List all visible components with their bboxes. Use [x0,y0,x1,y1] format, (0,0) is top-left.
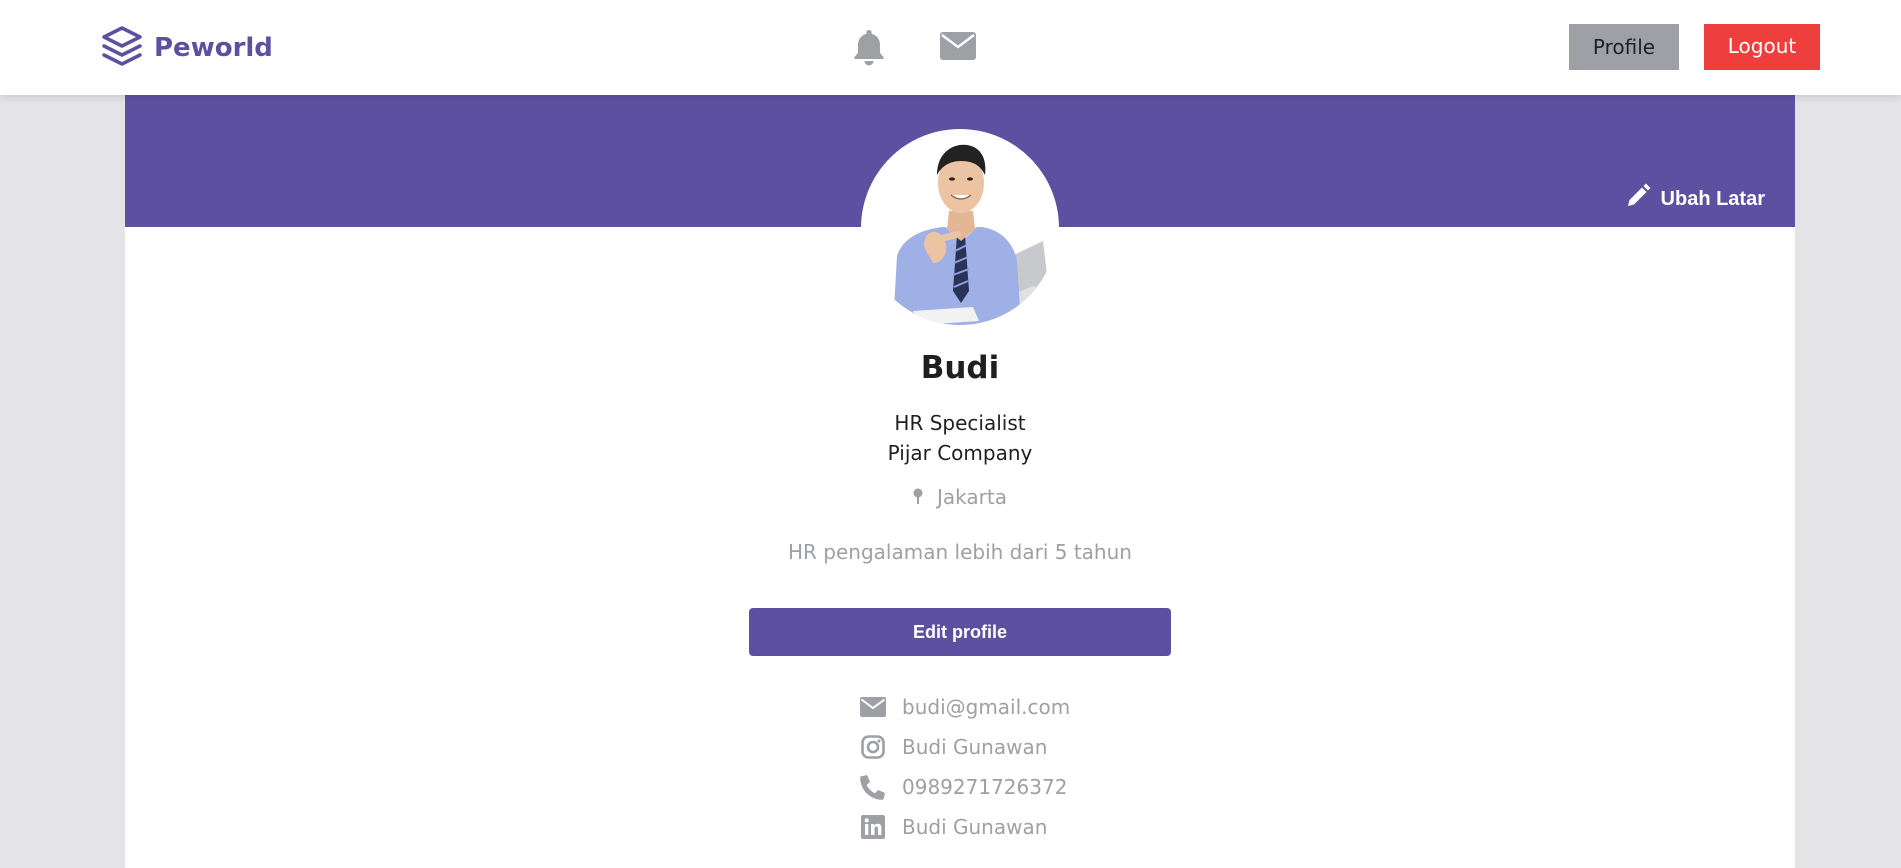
profile-bio: HR pengalaman lebih dari 5 tahun [788,540,1132,564]
change-background-button[interactable]: Ubah Latar [1625,183,1765,215]
mail-icon [860,697,886,717]
contact-email-text: budi@gmail.com [902,695,1071,719]
brand-logo[interactable]: Peworld [100,25,273,72]
phone-icon [860,774,886,800]
brand-name: Peworld [154,33,273,63]
contact-instagram[interactable]: Budi Gunawan [860,727,1260,767]
change-background-label: Ubah Latar [1660,187,1765,210]
profile-name: Budi [920,350,1000,386]
profile-job-title: HR Specialist [894,411,1026,435]
pencil-icon [1625,183,1651,215]
contact-email[interactable]: budi@gmail.com [860,687,1260,727]
mail-icon[interactable] [940,32,976,65]
logout-button[interactable]: Logout [1704,24,1820,70]
instagram-icon [860,735,886,759]
profile-button[interactable]: Profile [1569,24,1679,70]
contact-linkedin-text: Budi Gunawan [902,815,1048,839]
map-pin-icon [913,485,923,509]
profile-company: Pijar Company [887,441,1033,465]
contact-instagram-text: Budi Gunawan [902,735,1048,759]
avatar [863,131,1057,325]
profile-location: Jakarta [125,485,1795,509]
profile-card: Ubah Latar Budi HR Specialist Pijar Comp… [125,95,1795,868]
contact-phone-text: 0989271726372 [902,775,1068,799]
contact-linkedin[interactable]: Budi Gunawan [860,807,1260,847]
contact-list: budi@gmail.com Budi Gunawan 098927172637… [860,687,1260,847]
contact-phone[interactable]: 0989271726372 [860,767,1260,807]
top-navbar: Peworld Profile Logout [0,0,1901,95]
linkedin-icon [860,815,886,839]
bell-icon[interactable] [851,28,887,71]
location-text: Jakarta [937,485,1007,509]
layers-logo-icon [100,25,144,72]
edit-profile-button[interactable]: Edit profile [749,608,1171,656]
